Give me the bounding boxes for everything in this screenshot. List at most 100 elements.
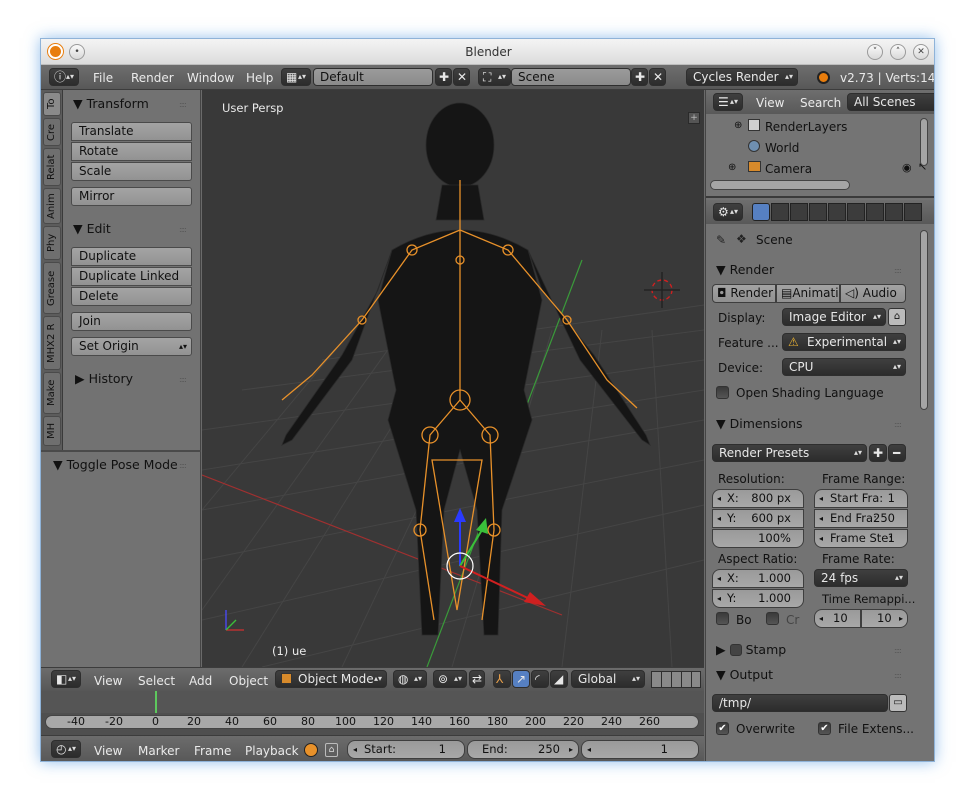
toggle-pose-mode-title[interactable]: ▼ Toggle Pose Mode bbox=[53, 457, 178, 472]
remap-old-field[interactable]: ◂ 10 bbox=[814, 609, 861, 628]
scale-button[interactable]: Scale bbox=[71, 162, 192, 181]
orientation-select[interactable]: Global ▴▾ bbox=[571, 670, 645, 688]
translate-button[interactable]: Translate bbox=[71, 122, 192, 141]
properties-vscroll[interactable] bbox=[920, 230, 928, 410]
layout-name-field[interactable]: Default bbox=[313, 68, 433, 86]
stamp-panel-title[interactable]: ▶ Stamp bbox=[716, 642, 786, 657]
menu-object[interactable]: Object bbox=[229, 674, 268, 688]
crop-checkbox[interactable] bbox=[766, 612, 779, 625]
set-origin-select[interactable]: Set Origin ▴▾ bbox=[71, 337, 192, 356]
frame-step-field[interactable]: ◂ Frame Ste: 1 bbox=[814, 529, 908, 548]
preset-remove-button[interactable]: ━ bbox=[888, 444, 906, 462]
editor-type-button[interactable]: ◴ ▴▾ bbox=[51, 740, 81, 758]
end-frame-field[interactable]: End: 250 ▸ bbox=[467, 740, 579, 759]
layout-remove-button[interactable]: ✕ bbox=[453, 68, 470, 86]
rotate-button[interactable]: Rotate bbox=[71, 142, 192, 161]
menu-view[interactable]: View bbox=[94, 674, 122, 688]
pin-icon[interactable]: ✎ bbox=[716, 233, 726, 247]
file-extensions-checkbox[interactable]: ✔ bbox=[818, 722, 831, 735]
current-frame-marker[interactable] bbox=[155, 691, 157, 713]
scene-tab-icon[interactable] bbox=[790, 203, 808, 221]
duplicate-button[interactable]: Duplicate bbox=[71, 247, 192, 266]
render-layers-tab-icon[interactable] bbox=[771, 203, 789, 221]
scene-selector[interactable]: ⛶ ▴▾ bbox=[478, 68, 511, 86]
panel-grip-icon[interactable]: :::: bbox=[894, 266, 902, 275]
menu-select[interactable]: Select bbox=[138, 674, 175, 688]
clock-icon[interactable] bbox=[304, 743, 318, 757]
render-tab-icon[interactable] bbox=[752, 203, 770, 221]
render-engine-select[interactable]: Cycles Render ▴▾ bbox=[686, 68, 798, 86]
frame-rate-select[interactable]: 24 fps ▴▾ bbox=[814, 569, 908, 587]
outliner-item-world[interactable]: World bbox=[765, 141, 799, 155]
animation-button[interactable]: ▤Animatio bbox=[776, 284, 840, 303]
menu-view[interactable]: View bbox=[94, 744, 122, 758]
pivot-select[interactable]: ⊚ ▴▾ bbox=[433, 670, 467, 688]
panel-grip-icon[interactable]: :::: bbox=[894, 671, 902, 680]
scene-name-field[interactable]: Scene bbox=[511, 68, 631, 86]
edit-panel-title[interactable]: ▼ Edit bbox=[73, 221, 111, 236]
resolution-y-field[interactable]: ◂ Y: 600 px bbox=[712, 509, 804, 528]
manipulator-toggle-icon[interactable]: ⇄ bbox=[469, 670, 485, 688]
device-select[interactable]: CPU ▴▾ bbox=[782, 358, 906, 376]
editor-type-button[interactable]: ☰ ▴▾ bbox=[713, 93, 743, 111]
render-presets-select[interactable]: Render Presets ▴▾ bbox=[712, 444, 867, 462]
audio-button[interactable]: ◁) Audio bbox=[840, 284, 906, 303]
start-frame-field[interactable]: ◂ Start Fra: 1 bbox=[814, 489, 908, 508]
current-frame-field[interactable]: ◂ 1 bbox=[581, 740, 699, 759]
bone-tab-icon[interactable] bbox=[866, 203, 884, 221]
outliner-hscroll[interactable] bbox=[710, 180, 850, 190]
tab-animation[interactable]: Anim bbox=[43, 188, 61, 224]
panel-grip-icon[interactable]: :::: bbox=[179, 375, 187, 384]
expand-icon[interactable]: ⊕ bbox=[728, 162, 736, 173]
3d-viewport[interactable]: User Persp (1) ue + bbox=[202, 90, 704, 667]
aspect-x-field[interactable]: ◂ X: 1.000 bbox=[712, 569, 804, 588]
resolution-x-field[interactable]: ◂ X: 800 px bbox=[712, 489, 804, 508]
world-tab-icon[interactable] bbox=[809, 203, 827, 221]
editor-type-button[interactable]: ◧ ▴▾ bbox=[51, 670, 81, 688]
output-path-input[interactable]: /tmp/ bbox=[712, 694, 888, 712]
visibility-eye-icon[interactable]: ◉ bbox=[902, 161, 912, 174]
tab-makewalk[interactable]: Make bbox=[43, 372, 61, 414]
timeline-track[interactable] bbox=[41, 691, 704, 713]
menu-window[interactable]: Window bbox=[187, 71, 234, 85]
end-frame-field[interactable]: ◂ End Fra: 250 bbox=[814, 509, 908, 528]
resolution-percent-field[interactable]: 100% bbox=[712, 529, 804, 548]
constraints-tab-icon[interactable] bbox=[847, 203, 865, 221]
outliner-vscroll[interactable] bbox=[920, 118, 928, 166]
osl-checkbox[interactable] bbox=[716, 386, 729, 399]
outliner[interactable]: ☰ ▴▾ View Search All Scenes ⊕ RenderLayer… bbox=[706, 90, 934, 198]
tab-mhx2-runtime[interactable]: MHX2 R bbox=[43, 316, 61, 370]
expand-icon[interactable]: ⊕ bbox=[734, 120, 742, 131]
physics-tab-icon[interactable] bbox=[904, 203, 922, 221]
duplicate-linked-button[interactable]: Duplicate Linked bbox=[71, 267, 192, 286]
delete-button[interactable]: Delete bbox=[71, 287, 192, 306]
maximize-icon[interactable]: ˄ bbox=[890, 44, 906, 60]
layout-add-button[interactable]: ✚ bbox=[435, 68, 452, 86]
mode-select[interactable]: Object Mode ▴▾ bbox=[275, 670, 387, 688]
object-tab-icon[interactable] bbox=[828, 203, 846, 221]
start-frame-field[interactable]: ◂ Start: 1 bbox=[347, 740, 465, 759]
scene-add-button[interactable]: ✚ bbox=[631, 68, 648, 86]
layers-grid[interactable] bbox=[651, 671, 701, 688]
panel-grip-icon[interactable]: :::: bbox=[179, 225, 187, 234]
menu-file[interactable]: File bbox=[93, 71, 113, 85]
layout-selector[interactable]: ▦ ▴▾ bbox=[281, 68, 311, 86]
render-panel-title[interactable]: ▼ Render bbox=[716, 262, 774, 277]
minimize-icon[interactable]: ˅ bbox=[867, 44, 883, 60]
display-select[interactable]: Image Editor ▴▾ bbox=[782, 308, 886, 326]
outliner-menu-view[interactable]: View bbox=[756, 96, 784, 110]
menu-render[interactable]: Render bbox=[131, 71, 174, 85]
panel-grip-icon[interactable]: :::: bbox=[894, 420, 902, 429]
transform-panel-title[interactable]: ▼ Transform bbox=[73, 96, 149, 111]
modifiers-tab-icon[interactable] bbox=[885, 203, 903, 221]
outliner-filter-select[interactable]: All Scenes bbox=[847, 93, 934, 111]
render-button[interactable]: ◘ Render bbox=[712, 284, 776, 303]
mirror-button[interactable]: Mirror bbox=[71, 187, 192, 206]
scene-remove-button[interactable]: ✕ bbox=[649, 68, 666, 86]
panel-grip-icon[interactable]: :::: bbox=[894, 646, 902, 655]
output-panel-title[interactable]: ▼ Output bbox=[716, 667, 773, 682]
join-button[interactable]: Join bbox=[71, 312, 192, 331]
outliner-menu-search[interactable]: Search bbox=[800, 96, 841, 110]
tab-tools[interactable]: To bbox=[43, 92, 61, 116]
outliner-item-camera[interactable]: Camera bbox=[765, 162, 812, 176]
